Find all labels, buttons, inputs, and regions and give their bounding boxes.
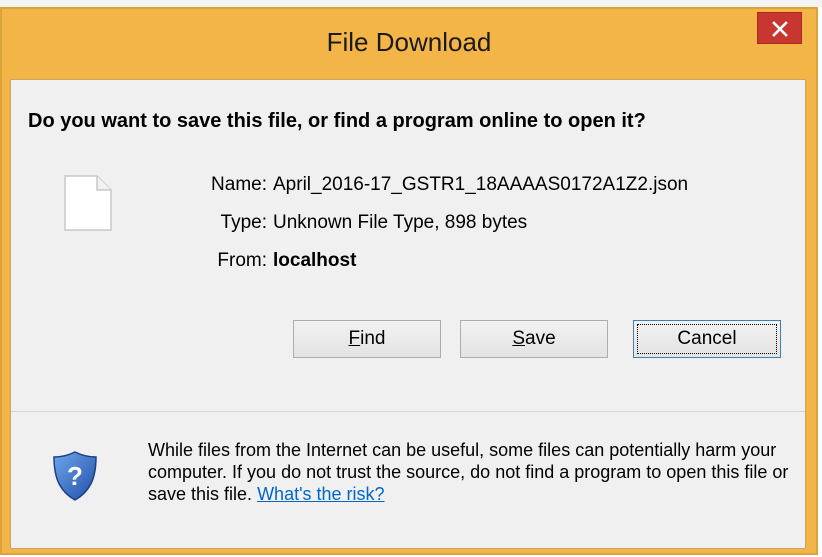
from-label: From: <box>217 250 267 271</box>
type-label: Type: <box>220 212 267 233</box>
cancel-button[interactable]: Cancel <box>633 320 781 358</box>
download-question: Do you want to save this file, or find a… <box>28 110 646 132</box>
name-row: Name: April_2016-17_GSTR1_18AAAAS0172A1Z… <box>11 174 801 200</box>
close-icon <box>772 21 788 37</box>
file-download-dialog: File Download Do you want to save this f… <box>0 7 818 555</box>
save-label-rest: ave <box>525 328 556 349</box>
window-title: File Download <box>326 27 492 57</box>
find-label-rest: ind <box>360 328 386 349</box>
find-button[interactable]: Find <box>293 320 441 358</box>
focus-ring <box>637 324 777 354</box>
file-name-value: April_2016-17_GSTR1_18AAAAS0172A1Z2.json <box>273 174 689 195</box>
svg-text:?: ? <box>67 461 83 491</box>
dialog-body: Do you want to save this file, or find a… <box>10 79 806 549</box>
find-mnemonic: F <box>348 328 361 349</box>
whats-the-risk-link[interactable]: What's the risk? <box>257 484 384 504</box>
save-button[interactable]: Save <box>460 320 608 358</box>
from-row: From: localhost <box>11 250 801 276</box>
close-button[interactable] <box>757 12 802 44</box>
type-row: Type: Unknown File Type, 898 bytes <box>11 212 801 238</box>
save-mnemonic: S <box>512 328 526 349</box>
file-source-value: localhost <box>273 250 357 271</box>
title-bar[interactable]: File Download <box>2 9 816 79</box>
background-strip <box>0 0 822 7</box>
security-shield-question-icon: ? <box>53 451 97 501</box>
file-type-value: Unknown File Type, 898 bytes <box>273 212 528 233</box>
security-warning-text: While files from the Internet can be use… <box>148 439 798 505</box>
security-warning-panel: ? While files from the Internet can be u… <box>11 412 805 548</box>
warning-message: While files from the Internet can be use… <box>148 440 789 504</box>
name-label: Name: <box>211 174 267 195</box>
